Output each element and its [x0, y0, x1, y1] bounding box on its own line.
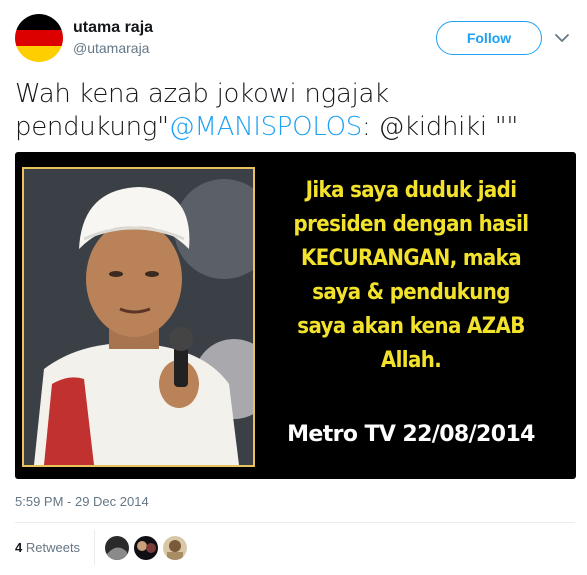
tweet-text-line2-suffix: : @kidhiki ""	[361, 112, 519, 142]
speaker-photo	[22, 167, 255, 467]
retweeter-avatar[interactable]	[134, 536, 158, 560]
avatar[interactable]	[15, 14, 63, 62]
speaker-portrait-illustration	[24, 169, 253, 465]
tweet-text-line1: Wah kena azab jokowi ngajak	[15, 79, 389, 109]
retweet-count: 4	[15, 540, 23, 555]
retweeter-avatar[interactable]	[105, 536, 129, 560]
tweet-text: Wah kena azab jokowi ngajak pendukung"@M…	[15, 78, 575, 144]
retweeter-avatar-image	[134, 536, 158, 560]
stats-separator	[94, 530, 95, 565]
tweet-timestamp[interactable]: 5:59 PM - 29 Dec 2014	[15, 494, 149, 509]
retweet-label: Retweets	[25, 540, 81, 555]
image-source-text: Metro TV 22/08/2014	[287, 422, 535, 447]
tweet-text-line2-prefix: pendukung"	[15, 112, 169, 142]
retweet-stat[interactable]: 4 Retweets	[15, 540, 80, 555]
follow-button[interactable]: Follow	[436, 21, 542, 55]
retweeter-avatar-image	[105, 536, 129, 560]
image-quote-text: Jika saya duduk jadi presiden dengan has…	[293, 178, 529, 373]
tweet-media-image[interactable]: Jika saya duduk jadi presiden dengan has…	[15, 152, 576, 479]
divider	[15, 522, 575, 523]
chevron-down-icon[interactable]	[554, 30, 570, 46]
germany-flag-avatar-image	[15, 14, 63, 62]
user-handle[interactable]: @utamaraja	[73, 40, 149, 56]
user-display-name[interactable]: utama raja	[73, 19, 153, 37]
mention-link[interactable]: @MANISPOLOS	[169, 112, 363, 142]
retweeter-avatar-image	[163, 536, 187, 560]
retweeter-avatar[interactable]	[163, 536, 187, 560]
